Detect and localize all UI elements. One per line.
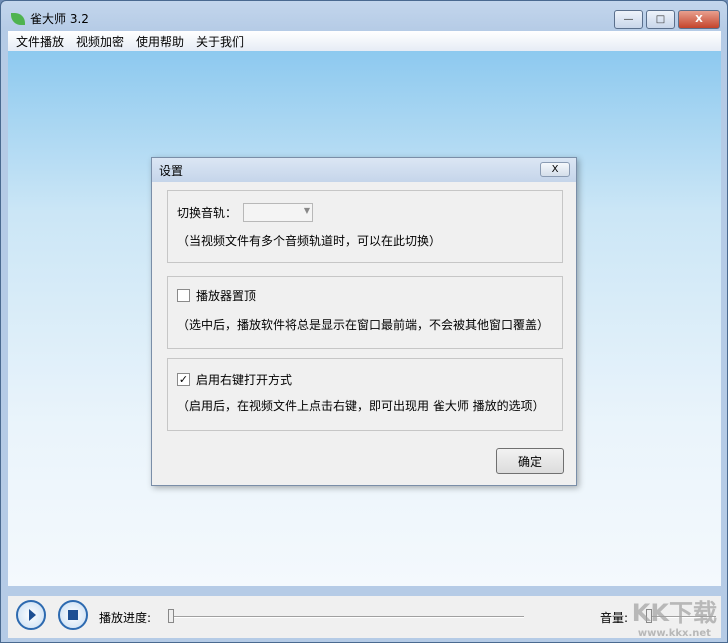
context-menu-label[interactable]: 启用右键打开方式: [196, 371, 292, 388]
progress-slider[interactable]: [168, 616, 524, 618]
stop-button[interactable]: [58, 600, 88, 630]
play-button[interactable]: [16, 600, 46, 630]
title-bar: 雀大师 3.2: [11, 10, 89, 27]
watermark-logo: KK下载: [631, 599, 717, 627]
context-menu-checkbox[interactable]: ✓: [177, 373, 190, 386]
always-on-top-hint: （选中后，播放软件将总是显示在窗口最前端，不会被其他窗口覆盖）: [177, 318, 550, 332]
dialog-close-button[interactable]: X: [540, 162, 570, 177]
play-icon: [28, 609, 36, 621]
progress-thumb[interactable]: [168, 609, 174, 623]
menu-video-encrypt[interactable]: 视频加密: [76, 33, 124, 50]
audio-track-group: 切换音轨： ▼ （当视频文件有多个音频轨道时，可以在此切换）: [167, 190, 563, 263]
control-bar: 播放进度: 音量:: [8, 596, 721, 638]
minimize-button[interactable]: —: [614, 10, 643, 29]
audio-track-hint: （当视频文件有多个音频轨道时，可以在此切换）: [177, 234, 442, 248]
menu-bar: 文件播放 视频加密 使用帮助 关于我们: [8, 31, 721, 51]
menu-about[interactable]: 关于我们: [196, 33, 244, 50]
audio-track-select[interactable]: ▼: [243, 203, 314, 222]
app-logo-icon: [11, 12, 25, 25]
maximize-button[interactable]: □: [646, 10, 675, 29]
menu-file-play[interactable]: 文件播放: [16, 33, 64, 50]
progress-label: 播放进度:: [99, 611, 152, 625]
context-menu-group: ✓ 启用右键打开方式 （启用后，在视频文件上点击右键，即可出现用 雀大师 播放的…: [167, 358, 563, 431]
audio-track-label: 切换音轨：: [177, 206, 238, 220]
menu-help[interactable]: 使用帮助: [136, 33, 184, 50]
watermark-url: www.kkx.net: [637, 628, 711, 639]
stop-icon: [68, 610, 78, 620]
settings-dialog: 设置 X 切换音轨： ▼ （当视频文件有多个音频轨道时，可以在此切换） 播放器置…: [151, 157, 577, 486]
context-menu-hint: （启用后，在视频文件上点击右键，即可出现用 雀大师 播放的选项）: [177, 399, 545, 413]
volume-label: 音量:: [600, 611, 629, 625]
watermark: KK下载 www.kkx.net: [632, 593, 717, 639]
always-on-top-group: 播放器置顶 （选中后，播放软件将总是显示在窗口最前端，不会被其他窗口覆盖）: [167, 276, 563, 349]
ok-button[interactable]: 确定: [496, 448, 564, 474]
chevron-down-icon: ▼: [303, 206, 311, 215]
window-title: 雀大师 3.2: [30, 12, 89, 26]
close-button[interactable]: X: [678, 10, 720, 29]
always-on-top-checkbox[interactable]: [177, 289, 190, 302]
dialog-title: 设置: [159, 163, 184, 178]
always-on-top-label[interactable]: 播放器置顶: [196, 287, 256, 304]
